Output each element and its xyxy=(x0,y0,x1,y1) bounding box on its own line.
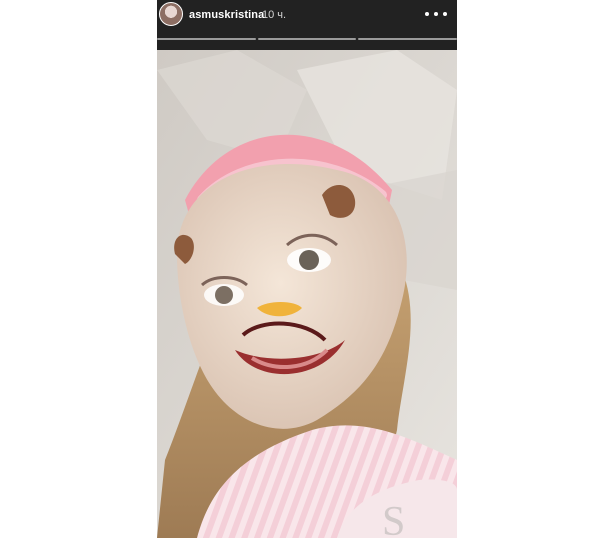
story-photo: S xyxy=(157,50,457,538)
story-header: asmuskristina 10 ч. xyxy=(157,0,457,50)
page: asmuskristina 10 ч. S xyxy=(0,0,600,538)
more-dots-icon[interactable] xyxy=(425,8,447,20)
story-progress-bar xyxy=(157,38,457,40)
svg-text:S: S xyxy=(382,499,405,538)
story-image: S xyxy=(157,50,457,538)
story-username[interactable]: asmuskristina xyxy=(189,9,264,21)
story-viewer[interactable]: asmuskristina 10 ч. S xyxy=(157,0,457,538)
progress-segment xyxy=(358,38,457,40)
story-timestamp: 10 ч. xyxy=(262,9,287,21)
progress-segment xyxy=(257,38,357,40)
profile-avatar[interactable] xyxy=(159,2,183,26)
progress-segment xyxy=(157,38,256,40)
